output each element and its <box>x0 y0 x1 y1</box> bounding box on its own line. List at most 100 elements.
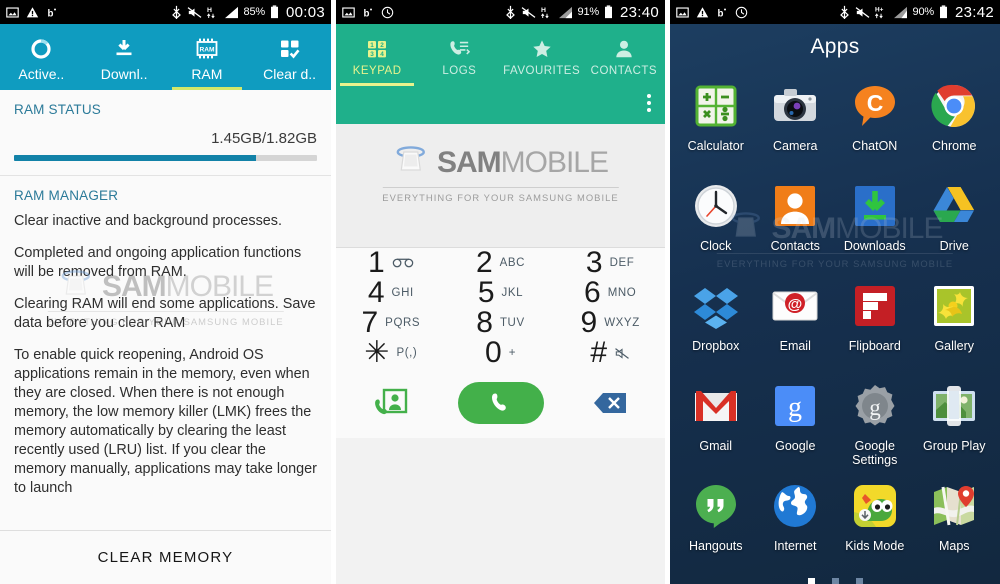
bluetooth-icon <box>839 5 850 19</box>
app-clock[interactable]: Clock <box>676 174 756 274</box>
app-hangouts[interactable]: Hangouts <box>676 474 756 574</box>
app-google-settings[interactable]: g Google Settings <box>835 374 915 474</box>
app-label: Maps <box>938 539 970 553</box>
dial-key-1[interactable]: 1 <box>336 248 446 278</box>
signal-bars-icon <box>224 6 239 19</box>
apps-page-indicator[interactable] <box>670 578 1000 584</box>
app-group-play[interactable]: Group Play <box>915 374 995 474</box>
tab-active-applications[interactable]: Active.. <box>0 24 83 90</box>
mute-icon <box>521 6 536 19</box>
tab-label: LOGS <box>442 65 477 77</box>
app-label: Email <box>779 339 811 353</box>
watermark-tagline: EVERYTHING FOR YOUR SAMSUNG MOBILE <box>382 187 619 203</box>
tab-logs[interactable]: LOGS <box>418 24 500 86</box>
battery-percent: 85% <box>243 6 266 18</box>
app-chrome[interactable]: Chrome <box>915 74 995 174</box>
svg-text:@: @ <box>788 296 803 313</box>
dialer-number-display[interactable]: SAMMOBILE EVERYTHING FOR YOUR SAMSUNG MO… <box>336 124 665 248</box>
app-calculator[interactable]: Calculator <box>676 74 756 174</box>
svg-text:H: H <box>207 7 212 14</box>
app-internet[interactable]: Internet <box>756 474 836 574</box>
tab-ram[interactable]: RAM RAM <box>166 24 249 90</box>
dial-key-9[interactable]: 9 WXYZ <box>555 308 665 338</box>
mute-icon <box>187 6 202 19</box>
dial-key-number: ✳ <box>364 336 390 369</box>
app-downloads[interactable]: Downloads <box>835 174 915 274</box>
status-bar-clock: 23:40 <box>619 3 659 21</box>
tab-favourites[interactable]: FAVOURITES <box>501 24 583 86</box>
app-dropbox[interactable]: Dropbox <box>676 274 756 374</box>
watermark-brand-bold: SAM <box>436 145 502 179</box>
clear-memory-button[interactable]: CLEAR MEMORY <box>98 549 234 566</box>
app-label: ChatON <box>852 139 898 153</box>
dial-key-0[interactable]: 0 + <box>446 338 556 368</box>
ram-manager-title: RAM MANAGER <box>14 188 119 203</box>
tab-keypad[interactable]: 1234 KEYPAD <box>336 24 418 86</box>
tab-label: Downl.. <box>100 66 148 82</box>
backspace-button[interactable] <box>555 392 665 414</box>
app-label: Flipboard <box>848 339 901 353</box>
app-contacts[interactable]: Contacts <box>756 174 836 274</box>
signal-bars-icon <box>893 6 908 19</box>
watermark-brand-light: MOBILE <box>500 145 609 179</box>
battery-icon <box>604 5 613 19</box>
app-maps[interactable]: Maps <box>915 474 995 574</box>
dial-key-star[interactable]: ✳ P(,) <box>336 338 446 368</box>
dial-key-4[interactable]: 4 GHI <box>336 278 446 308</box>
app-label: Kids Mode <box>845 539 905 553</box>
app-label: Chrome <box>932 139 977 153</box>
tab-downloads[interactable]: Downl.. <box>83 24 166 90</box>
svg-text:g: g <box>788 392 802 423</box>
page-dot-1[interactable] <box>807 578 815 584</box>
image-icon <box>676 6 689 19</box>
dial-key-letters: DEF <box>609 257 635 269</box>
app-flipboard[interactable]: Flipboard <box>835 274 915 374</box>
contact-person-icon <box>613 37 635 61</box>
dial-key-letters: GHI <box>391 287 414 299</box>
app-label: Google <box>775 439 816 453</box>
add-contact-button[interactable] <box>336 387 446 419</box>
tab-label: Active.. <box>18 66 65 82</box>
ram-usage-value: 1.45GB/1.82GB <box>211 130 317 147</box>
tab-label: KEYPAD <box>352 65 402 77</box>
dial-key-8[interactable]: 8 TUV <box>446 308 556 338</box>
app-gmail[interactable]: Gmail <box>676 374 756 474</box>
app-chaton[interactable]: C ChatON <box>835 74 915 174</box>
app-label: Contacts <box>770 239 820 253</box>
app-label: Group Play <box>922 439 986 453</box>
dial-key-3[interactable]: 3 DEF <box>555 248 665 278</box>
call-button[interactable] <box>446 382 556 424</box>
ram-manager-tab-bar: Active.. Downl.. RAM RAM Clear d.. <box>0 24 331 90</box>
app-label: Hangouts <box>688 539 743 553</box>
app-kids-mode[interactable]: Kids Mode <box>835 474 915 574</box>
hspa-icon: H <box>541 5 553 19</box>
dial-key-6[interactable]: 6 MNO <box>555 278 665 308</box>
group-play-icon <box>928 380 980 432</box>
dial-key-7[interactable]: 7 PQRS <box>336 308 446 338</box>
ram-usage-progressbar <box>14 155 317 161</box>
app-label: Calculator <box>687 139 744 153</box>
mute-icon <box>614 347 630 360</box>
call-button-pill[interactable] <box>457 382 544 424</box>
app-google[interactable]: g Google <box>756 374 836 474</box>
clock-icon <box>690 180 742 232</box>
internet-icon <box>769 480 821 532</box>
dialer-tab-bar: 1234 KEYPAD LOGS FAVOURITES CONTACTS <box>336 24 665 86</box>
dial-key-hash[interactable]: # <box>555 338 665 368</box>
kebab-menu-icon[interactable] <box>647 94 651 112</box>
blue-b-icon: b <box>46 6 58 19</box>
dial-key-letters: WXYZ <box>604 317 640 329</box>
app-drive[interactable]: Drive <box>915 174 995 274</box>
dial-key-5[interactable]: 5 JKL <box>446 278 556 308</box>
status-bar: b H 85% 00:03 <box>0 0 331 24</box>
app-email[interactable]: @ Email <box>756 274 836 374</box>
page-dot-3[interactable] <box>855 578 863 584</box>
dial-key-2[interactable]: 2 ABC <box>446 248 556 278</box>
app-camera[interactable]: Camera <box>756 74 836 174</box>
tab-clear-data[interactable]: Clear d.. <box>248 24 331 90</box>
dial-key-number: 5 <box>477 276 495 309</box>
svg-text:4: 4 <box>380 51 384 58</box>
page-dot-2[interactable] <box>831 578 839 584</box>
tab-contacts[interactable]: CONTACTS <box>583 24 665 86</box>
app-gallery[interactable]: Gallery <box>915 274 995 374</box>
